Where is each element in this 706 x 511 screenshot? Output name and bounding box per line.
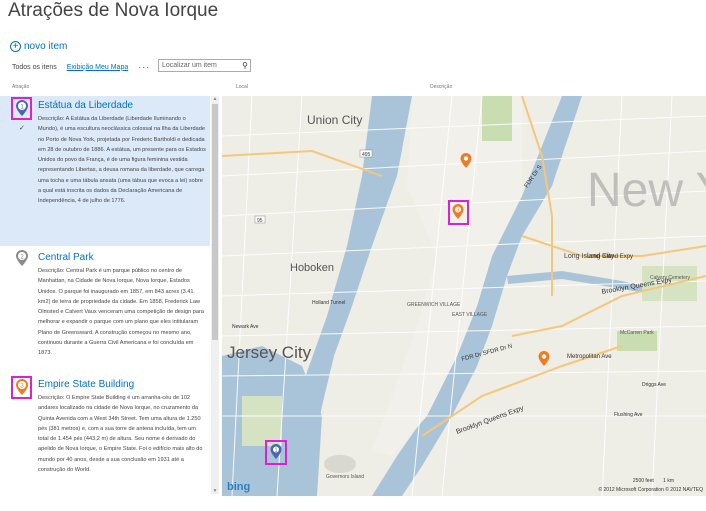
list-item[interactable]: 3 Empire State Building Descrição: O Emp… <box>0 375 210 496</box>
item-title[interactable]: Estátua da Liberdade <box>38 100 133 111</box>
liberty-park <box>242 396 282 446</box>
svg-text:3: 3 <box>457 208 460 214</box>
map-canvas: Union City Hoboken Jersey City New Yor L… <box>222 96 706 496</box>
item-title[interactable]: Central Park <box>38 252 94 263</box>
new-item-button[interactable]: + novo item <box>10 41 67 52</box>
more-options-button[interactable]: ··· <box>138 62 150 72</box>
view-all-items[interactable]: Todos os itens <box>12 64 57 71</box>
map-label: Metropolitan Ave <box>567 354 612 360</box>
column-header-description[interactable]: Descrição <box>430 84 452 90</box>
map-pin-icon: 3 <box>16 379 28 395</box>
search-placeholder: Localizar um item <box>162 62 217 69</box>
map-label: Jersey City <box>227 343 312 362</box>
map-label: Calvary Cemetery <box>650 275 691 281</box>
map-scale: 2500 feet 1 km <box>633 478 674 484</box>
map-label: GREENWICH VILLAGE <box>407 302 461 308</box>
map-label: Union City <box>307 113 362 127</box>
map-label: McCarren Park <box>620 330 654 336</box>
list-item[interactable]: 2 Central Park Descrição: Central Park é… <box>0 248 210 373</box>
map-scale-km: 1 km <box>663 478 674 484</box>
search-input[interactable]: Localizar um item ⚲ <box>158 59 251 72</box>
search-icon[interactable]: ⚲ <box>242 61 248 70</box>
map-pin-icon: 1 <box>16 100 28 116</box>
map-label: New Yor <box>587 164 706 217</box>
list-item[interactable]: 1 ✓ Estátua da Liberdade Descrição: A Es… <box>0 96 210 246</box>
bing-logo: bing <box>227 481 251 493</box>
map-view[interactable]: Union City Hoboken Jersey City New Yor L… <box>222 96 706 496</box>
map-label: Governors Island <box>326 474 364 480</box>
governors-island <box>324 455 356 473</box>
central-park-area <box>482 96 512 141</box>
column-header-local[interactable]: Local <box>236 84 248 90</box>
plus-icon: + <box>10 41 21 52</box>
map-label: Hoboken <box>290 262 334 274</box>
item-title[interactable]: Empire State Building <box>38 379 134 390</box>
map-label: Long Island Expy <box>587 254 633 260</box>
map-label: Holland Tunnel <box>312 300 345 306</box>
list-scrollbar[interactable]: ▲ ▼ <box>211 96 219 494</box>
map-label: Driggs Ave <box>642 382 666 388</box>
map-label: 95 <box>257 218 263 224</box>
new-item-label: novo item <box>24 41 68 52</box>
map-label: 495 <box>362 152 371 158</box>
view-selector: Todos os itens Exibição Meu Mapa ··· <box>12 62 150 72</box>
item-description: Descrição: Central Park é um parque públ… <box>38 268 204 357</box>
map-label: EAST VILLAGE <box>452 312 488 318</box>
svg-text:1: 1 <box>275 448 278 454</box>
view-my-map[interactable]: Exibição Meu Mapa <box>67 64 128 71</box>
attraction-list: 1 ✓ Estátua da Liberdade Descrição: A Es… <box>0 96 220 496</box>
map-label: Newark Ave <box>232 324 259 330</box>
scroll-thumb[interactable] <box>212 104 218 340</box>
map-scale-feet: 2500 feet <box>632 478 654 484</box>
check-icon: ✓ <box>19 125 25 132</box>
page-title: Atrações de Nova Iorque <box>8 0 219 21</box>
map-pin-icon: 2 <box>16 250 28 266</box>
map-copyright: © 2012 Microsoft Corporation © 2012 NAVT… <box>598 487 703 493</box>
column-header-attraction[interactable]: Atração <box>12 84 29 90</box>
item-description: Descrição: A Estátua da Liberdade (Liber… <box>38 116 206 205</box>
item-description: Descrição: O Empire State Building é um … <box>38 395 203 474</box>
map-label: Flushing Ave <box>614 412 643 418</box>
scroll-up-icon[interactable]: ▲ <box>211 96 219 102</box>
scroll-down-icon[interactable]: ▼ <box>211 488 219 494</box>
